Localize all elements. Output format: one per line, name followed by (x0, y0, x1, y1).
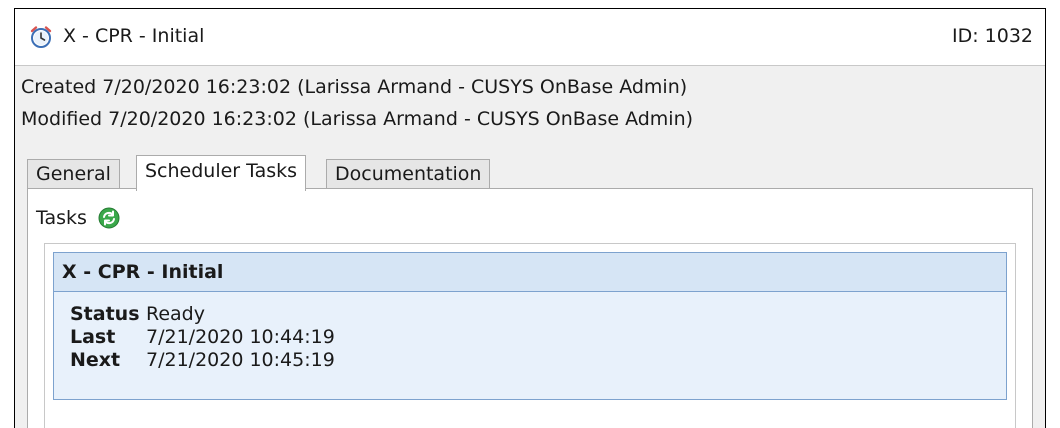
tab-documentation[interactable]: Documentation (326, 159, 491, 189)
meta-info: Created 7/20/2020 16:23:02 (Larissa Arma… (15, 65, 1045, 140)
refresh-icon[interactable] (98, 207, 120, 229)
created-label: Created (21, 76, 97, 98)
scheduler-tasks-panel: Tasks X - CPR - Initial Status Ready Las… (27, 188, 1033, 428)
created-value: 7/20/2020 16:23:02 (Larissa Armand - CUS… (102, 76, 688, 98)
title-bar: X - CPR - Initial ID: 1032 (15, 9, 1045, 65)
tab-scheduler-tasks[interactable]: Scheduler Tasks (136, 155, 307, 191)
modified-label: Modified (21, 108, 103, 130)
id-label: ID: 1032 (951, 25, 1033, 47)
status-value: Ready (146, 303, 205, 325)
task-list: X - CPR - Initial Status Ready Last 7/21/2… (44, 243, 1016, 428)
task-window: X - CPR - Initial ID: 1032 Created 7/20/… (14, 8, 1046, 428)
next-run-row: Next 7/21/2020 10:45:19 (70, 349, 335, 372)
next-value: 7/21/2020 10:45:19 (146, 349, 335, 371)
modified-value: 7/20/2020 16:23:02 (Larissa Armand - CUS… (108, 108, 694, 130)
alarm-clock-icon (30, 26, 52, 48)
content-area: General Scheduler Tasks Documentation Ta… (15, 139, 1045, 428)
next-label: Next (70, 349, 121, 371)
last-value: 7/21/2020 10:44:19 (146, 326, 335, 348)
task-card-title: X - CPR - Initial (54, 253, 1006, 292)
task-card-details: Status Ready Last 7/21/2020 10:44:19 Next 7… (70, 303, 335, 372)
task-card[interactable]: X - CPR - Initial Status Ready Last 7/21/2… (53, 252, 1007, 400)
tab-general[interactable]: General (27, 159, 120, 189)
modified-row: Modified 7/20/2020 16:23:02 (Larissa Arm… (21, 108, 693, 130)
last-run-row: Last 7/21/2020 10:44:19 (70, 326, 335, 349)
created-row: Created 7/20/2020 16:23:02 (Larissa Arma… (21, 76, 687, 98)
page-title: X - CPR - Initial (63, 25, 205, 47)
tasks-label: Tasks (36, 207, 87, 229)
status-row: Status Ready (70, 303, 335, 326)
last-label: Last (70, 326, 116, 348)
status-label: Status (70, 303, 140, 325)
